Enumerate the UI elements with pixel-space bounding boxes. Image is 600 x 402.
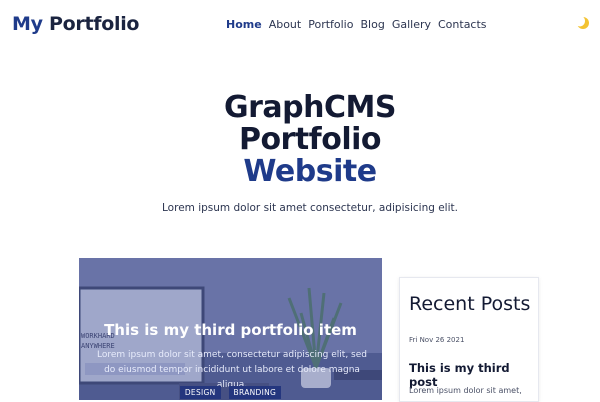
moon-icon[interactable] xyxy=(576,16,590,30)
main-nav: Home About Portfolio Blog Gallery Contac… xyxy=(226,18,487,31)
post-excerpt: Lorem ipsum dolor sit amet, xyxy=(409,386,522,395)
hero-title-line2: Portfolio xyxy=(238,122,382,157)
portfolio-card[interactable]: WORKHARD ANYWHERE This is my third portf… xyxy=(79,258,382,400)
portfolio-card-title[interactable]: This is my third portfolio item xyxy=(79,321,382,339)
nav-blog[interactable]: Blog xyxy=(360,18,384,31)
hero-subtitle: Lorem ipsum dolor sit amet consectetur, … xyxy=(162,202,458,214)
recent-posts-heading: Recent Posts xyxy=(409,293,531,315)
hero-title-line1: GraphCMS xyxy=(224,90,396,125)
logo-portfolio: Portfolio xyxy=(49,13,140,35)
nav-portfolio[interactable]: Portfolio xyxy=(308,18,353,31)
hero-title-line3: Website xyxy=(243,154,377,189)
nav-gallery[interactable]: Gallery xyxy=(392,18,431,31)
nav-about[interactable]: About xyxy=(269,18,302,31)
tag-design[interactable]: DESIGN xyxy=(179,386,221,399)
recent-posts-widget: Recent Posts Fri Nov 26 2021 This is my … xyxy=(399,277,539,402)
post-date: Fri Nov 26 2021 xyxy=(409,336,465,344)
site-logo[interactable]: My Portfolio xyxy=(12,13,139,35)
logo-my: My xyxy=(12,13,43,35)
portfolio-card-tags: DESIGN BRANDING xyxy=(79,386,382,399)
site-header: My Portfolio Home About Portfolio Blog G… xyxy=(0,0,600,52)
nav-home[interactable]: Home xyxy=(226,18,262,31)
tag-branding[interactable]: BRANDING xyxy=(228,386,282,399)
hero-title: GraphCMS Portfolio Website xyxy=(0,92,600,188)
nav-contacts[interactable]: Contacts xyxy=(438,18,487,31)
